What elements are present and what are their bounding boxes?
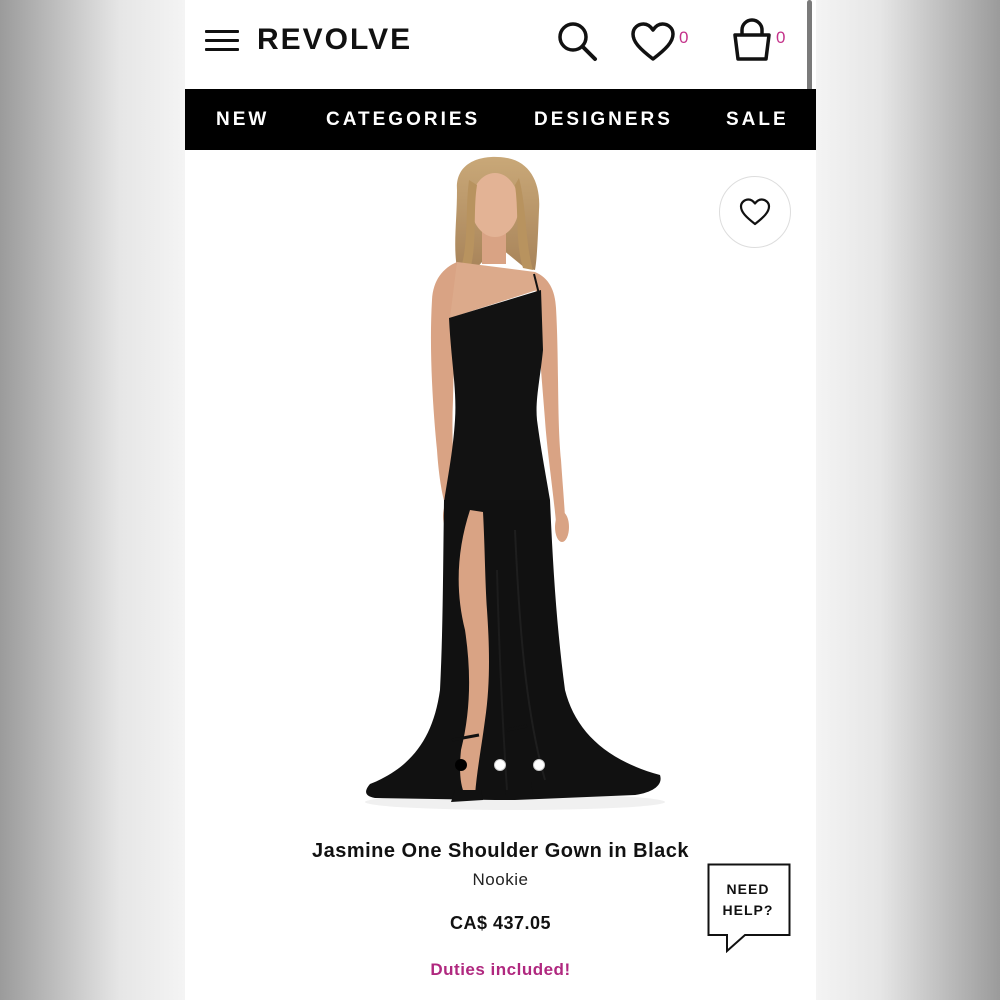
- need-help-button[interactable]: NEED HELP?: [707, 863, 791, 953]
- carousel-dot-1[interactable]: [455, 759, 467, 771]
- duties-note: Duties included!: [430, 960, 571, 979]
- nav-sale[interactable]: SALE: [726, 89, 789, 150]
- shopping-bag-icon[interactable]: [730, 18, 774, 62]
- heart-outline-icon: [739, 198, 771, 226]
- image-carousel-dots: [185, 759, 816, 773]
- cart-count: 0: [776, 28, 786, 47]
- heart-icon[interactable]: [630, 22, 676, 62]
- nav-new[interactable]: NEW: [216, 89, 269, 150]
- need-help-line2: HELP?: [722, 902, 774, 918]
- need-help-label: NEED HELP?: [707, 879, 789, 921]
- product-image[interactable]: [185, 150, 816, 830]
- carousel-dot-2[interactable]: [494, 759, 506, 771]
- app-screen: REVOLVE 0 0 NEW CATEGORIES DESIGNERS SAL…: [185, 0, 816, 1000]
- wishlist-count: 0: [679, 28, 689, 47]
- category-nav: NEW CATEGORIES DESIGNERS SALE: [185, 89, 816, 150]
- add-to-wishlist-button[interactable]: [719, 176, 791, 248]
- brand-logo[interactable]: REVOLVE: [257, 20, 412, 60]
- nav-designers[interactable]: DESIGNERS: [534, 89, 673, 150]
- need-help-line1: NEED: [726, 881, 770, 897]
- search-icon[interactable]: [555, 19, 599, 63]
- menu-icon[interactable]: [205, 28, 239, 52]
- carousel-dot-3[interactable]: [533, 759, 545, 771]
- top-header: REVOLVE 0 0: [185, 0, 816, 88]
- product-title: Jasmine One Shoulder Gown in Black: [311, 840, 690, 862]
- nav-categories[interactable]: CATEGORIES: [326, 89, 480, 150]
